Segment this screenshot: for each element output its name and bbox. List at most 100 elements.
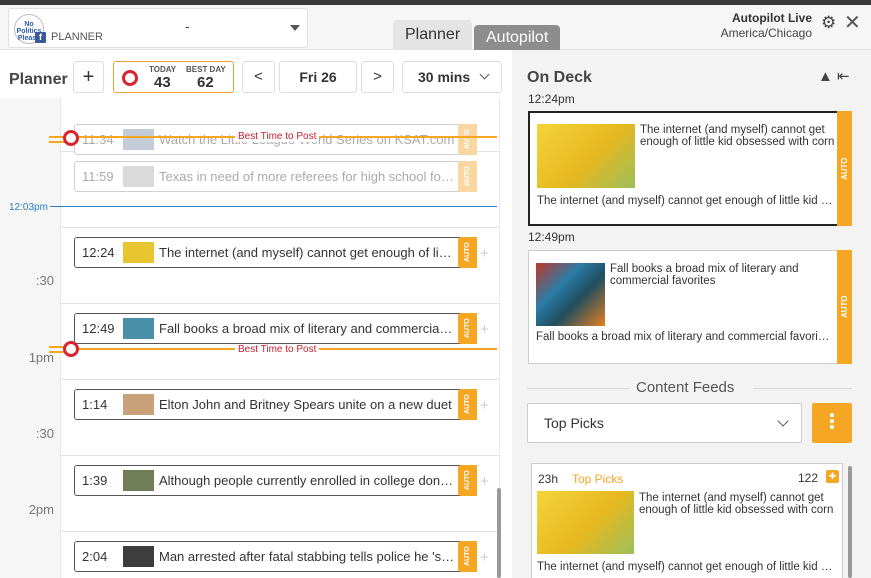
feed-scrollbar[interactable] (848, 466, 852, 578)
feed-select-value: Top Picks (544, 415, 604, 431)
planner-panel: Planner + TODAY 43 BEST DAY 62 < Fri 26 … (0, 50, 512, 578)
post-time: 12:24 (82, 245, 115, 260)
time-label: :30 (35, 426, 54, 441)
best-time-label: Best Time to Post (235, 131, 320, 142)
collapse-icon[interactable]: ▲ ⇤ (818, 67, 850, 85)
auto-badge: AUTO (458, 237, 477, 268)
post-time: 11:34 (82, 132, 114, 147)
gear-icon[interactable]: ⚙ (821, 13, 836, 33)
auto-badge: AUTO (458, 161, 477, 192)
post-thumbnail (123, 129, 154, 150)
date-button[interactable]: Fri 26 (279, 61, 357, 93)
card-description: The internet (and myself) cannot get eno… (537, 195, 833, 207)
on-deck-title: On Deck (527, 69, 592, 86)
slot-time: 12:49pm (528, 230, 575, 244)
feed-image (537, 491, 634, 554)
post-item[interactable]: 11:59 Texas in need of more referees for… (74, 161, 477, 192)
best-time-icon (63, 341, 79, 357)
post-time: 2:04 (82, 549, 108, 564)
divider (527, 388, 629, 389)
add-slot-icon[interactable]: + (480, 321, 489, 338)
content-feeds-title: Content Feeds (636, 379, 735, 396)
post-item[interactable]: 12:24 The internet (and myself) cannot g… (74, 237, 477, 268)
timezone-label: America/Chicago (720, 26, 812, 40)
grid-line (60, 455, 500, 456)
feed-select[interactable]: Top Picks (527, 403, 802, 443)
post-thumbnail (123, 318, 154, 339)
card-image (536, 263, 605, 326)
on-deck-card[interactable]: The internet (and myself) cannot get eno… (528, 111, 852, 226)
post-thumbnail (123, 166, 154, 187)
feed-count: 122 (798, 471, 819, 485)
post-thumbnail (123, 242, 154, 263)
card-image (537, 124, 635, 188)
time-label: 2pm (28, 502, 54, 517)
post-item[interactable]: 1:39 Although people currently enrolled … (74, 465, 477, 496)
add-slot-icon[interactable]: + (480, 549, 489, 566)
auto-badge: AUTO (837, 250, 852, 364)
facebook-icon: f (35, 32, 46, 43)
prev-day-button[interactable]: < (242, 61, 275, 93)
tab-autopilot[interactable]: Autopilot (474, 25, 561, 50)
page-type-label: PLANNER (51, 31, 103, 43)
autopilot-status: Autopilot Live (732, 11, 812, 25)
post-thumbnail (123, 470, 154, 491)
post-title: The internet (and myself) cannot get eno… (159, 245, 455, 260)
current-time-line (50, 206, 497, 207)
chevron-down-icon (290, 25, 300, 31)
auto-badge: AUTO (458, 389, 477, 420)
add-slot-icon[interactable]: + (480, 397, 489, 414)
add-slot-icon[interactable]: + (480, 473, 489, 490)
header: No Politics Please f PLANNER - Planner A… (0, 5, 871, 50)
tab-planner[interactable]: Planner (393, 20, 473, 50)
post-title: Elton John and Britney Spears unite on a… (159, 397, 452, 412)
timeline[interactable]: :30 1pm :30 2pm 11:34 Watch the Little L… (0, 98, 512, 578)
post-title: Man arrested after fatal stabbing tells … (159, 549, 455, 564)
time-label: 1pm (28, 350, 54, 365)
next-day-button[interactable]: > (361, 61, 394, 93)
post-item[interactable]: 12:49 Fall books a broad mix of literary… (74, 313, 477, 344)
feed-item[interactable]: 23h Top Picks 122 ✚ The internet (and my… (531, 463, 843, 578)
chevron-down-icon (777, 415, 789, 427)
feed-age: 23h (538, 472, 559, 486)
feed-description: The internet (and myself) cannot get eno… (537, 561, 835, 573)
post-time: 12:49 (82, 321, 115, 336)
puzzle-icon[interactable]: ✚ (826, 470, 839, 483)
interval-value: 30 mins (418, 69, 471, 85)
feed-menu-button[interactable]: ⋮ (812, 403, 852, 443)
post-item[interactable]: 1:14 Elton John and Britney Spears unite… (74, 389, 477, 420)
add-slot-icon[interactable]: + (480, 245, 489, 262)
auto-badge: AUTO (837, 111, 852, 226)
auto-badge: AUTO (458, 124, 477, 155)
page-selector[interactable]: No Politics Please f PLANNER - (8, 8, 308, 48)
post-title: Fall books a broad mix of literary and c… (159, 321, 455, 336)
best-time-streak (49, 141, 65, 143)
grid-line (60, 531, 500, 532)
post-thumbnail (123, 546, 154, 567)
post-item[interactable]: 2:04 Man arrested after fatal stabbing t… (74, 541, 477, 572)
post-thumbnail (123, 394, 154, 415)
score-widget[interactable]: TODAY 43 BEST DAY 62 (113, 61, 234, 93)
planner-title: Planner (9, 71, 68, 88)
add-post-button[interactable]: + (73, 61, 104, 93)
auto-badge: AUTO (458, 313, 477, 344)
grid-line (60, 379, 500, 380)
best-time-label: Best Time to Post (235, 344, 320, 355)
auto-badge: AUTO (458, 541, 477, 572)
today-value: 43 (154, 74, 171, 91)
best-day-value: 62 (197, 74, 214, 91)
on-deck-card[interactable]: Fall books a broad mix of literary and c… (528, 250, 852, 364)
feed-source: Top Picks (572, 472, 624, 486)
interval-select[interactable]: 30 mins (402, 61, 502, 93)
post-time: 1:39 (82, 473, 108, 488)
target-icon (122, 70, 138, 86)
time-label: :30 (35, 273, 54, 288)
grid-line (60, 303, 500, 304)
timeline-scrollbar[interactable] (497, 488, 501, 578)
current-time-label: 12:03pm (9, 202, 48, 213)
close-icon[interactable]: ✕ (844, 10, 861, 35)
slot-time: 12:24pm (528, 92, 575, 106)
card-description: Fall books a broad mix of literary and c… (536, 331, 832, 343)
page-selector-value: - (185, 18, 190, 34)
today-label: TODAY (149, 65, 177, 74)
